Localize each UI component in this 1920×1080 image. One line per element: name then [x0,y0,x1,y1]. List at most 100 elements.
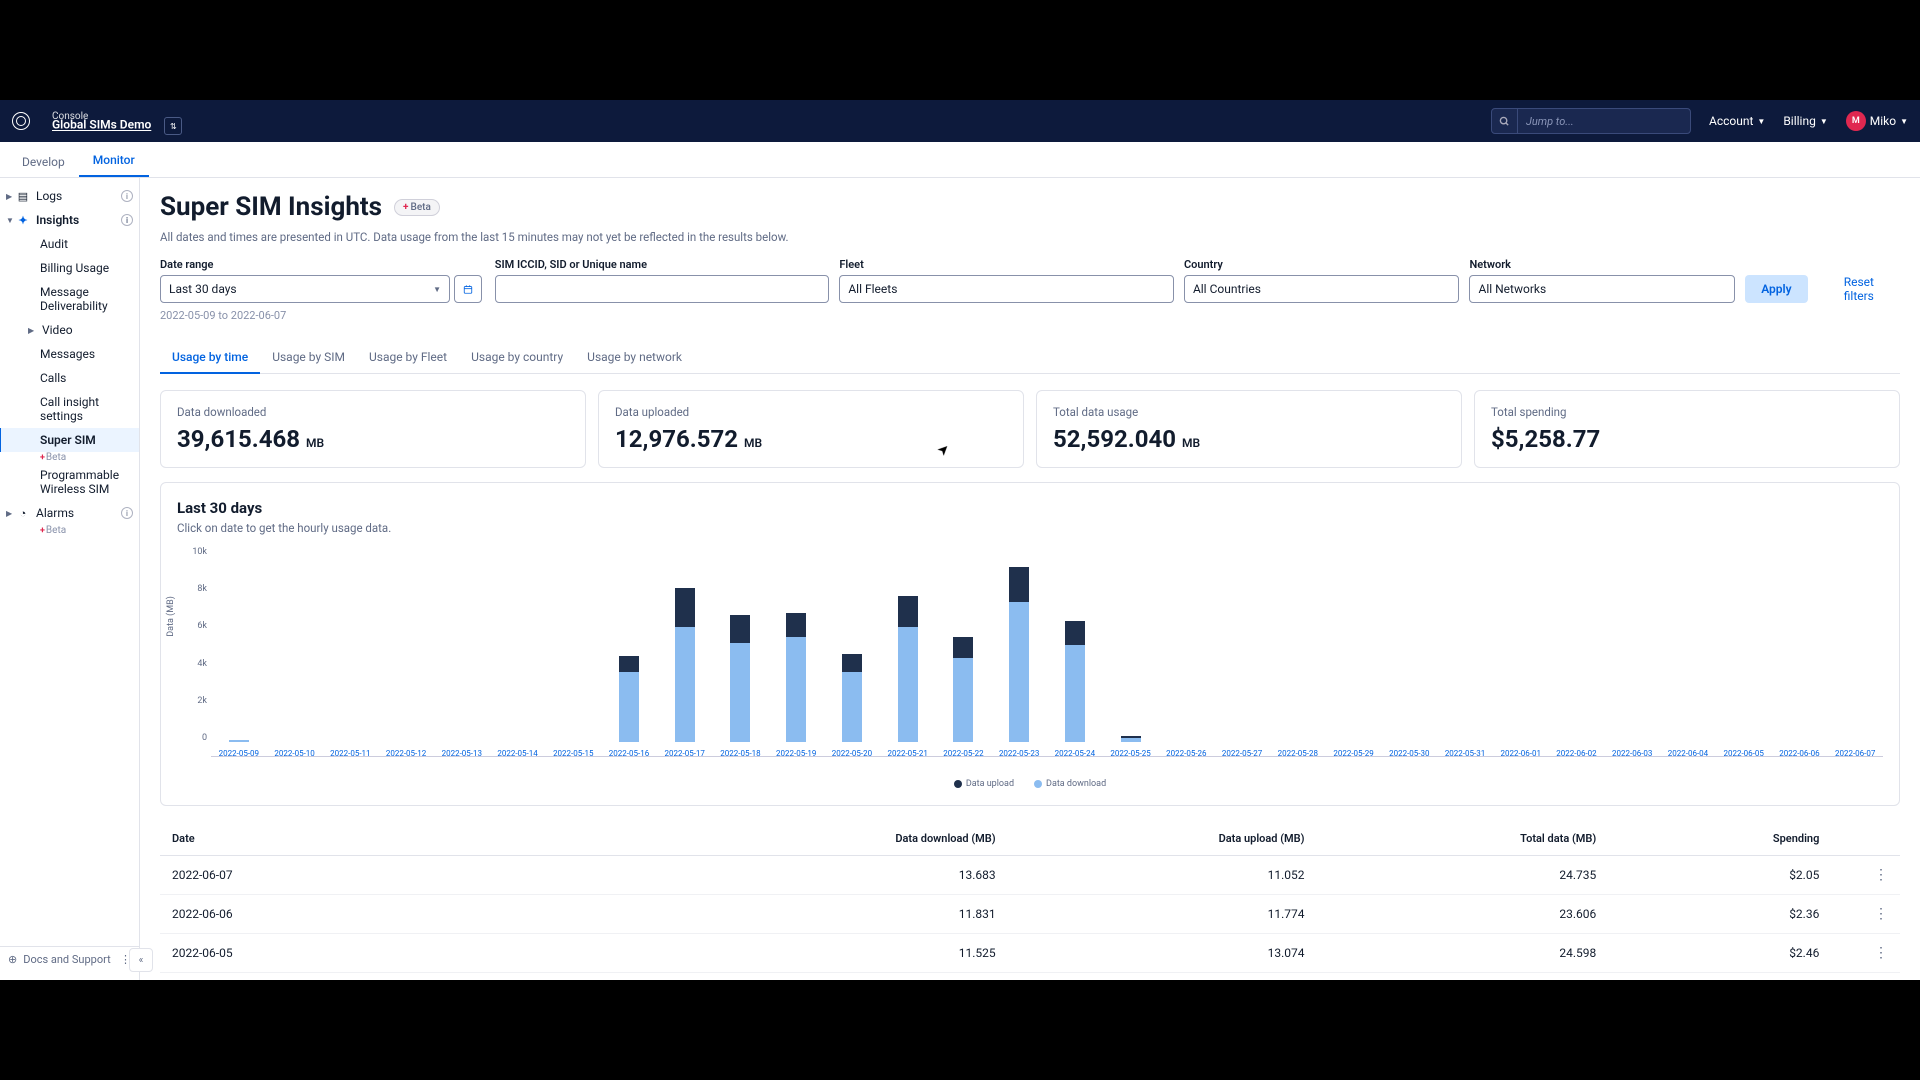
sidebar-item-programmable-wireless[interactable]: Programmable Wireless SIM [0,463,139,501]
sim-filter-input[interactable] [495,275,830,303]
bar-slot[interactable]: 2022-06-01 [1493,547,1549,756]
bar-date-label[interactable]: 2022-05-27 [1222,749,1262,758]
search-input[interactable] [1518,115,1690,128]
bar-slot[interactable]: 2022-05-24 [1047,547,1103,756]
info-icon[interactable]: i [121,190,133,202]
date-range-select[interactable]: Last 30 days▼ [160,275,450,303]
bar-slot[interactable]: 2022-05-27 [1214,547,1270,756]
info-icon[interactable]: i [121,214,133,226]
bar-date-label[interactable]: 2022-05-14 [497,749,537,758]
bar-date-label[interactable]: 2022-05-31 [1445,749,1485,758]
bar-slot[interactable]: 2022-05-31 [1437,547,1493,756]
bar-slot[interactable]: 2022-05-12 [378,547,434,756]
bar-date-label[interactable]: 2022-06-03 [1612,749,1652,758]
bar-date-label[interactable]: 2022-05-26 [1166,749,1206,758]
billing-menu[interactable]: Billing▼ [1783,114,1827,128]
usage-tab[interactable]: Usage by time [160,342,260,374]
project-switch-icon[interactable]: ⇅ [164,117,182,135]
bar-date-label[interactable]: 2022-05-19 [776,749,816,758]
bar-slot[interactable]: 2022-05-22 [936,547,992,756]
sidebar-item-call-insight[interactable]: Call insight settings [0,390,139,428]
apply-button[interactable]: Apply [1745,275,1807,303]
sidebar-item-billing-usage[interactable]: Billing Usage [0,256,139,280]
bar-date-label[interactable]: 2022-05-22 [943,749,983,758]
bar-slot[interactable]: 2022-06-07 [1827,547,1883,756]
bar-slot[interactable]: 2022-05-30 [1381,547,1437,756]
usage-tab[interactable]: Usage by Fleet [357,342,459,373]
bar-slot[interactable]: 2022-06-06 [1772,547,1828,756]
reset-filters-button[interactable]: Reset filters [1818,275,1900,303]
bar-slot[interactable]: 2022-05-23 [991,547,1047,756]
bar-date-label[interactable]: 2022-05-10 [274,749,314,758]
bar-date-label[interactable]: 2022-05-28 [1278,749,1318,758]
sidebar-item-audit[interactable]: Audit [0,232,139,256]
bar-slot[interactable]: 2022-05-19 [768,547,824,756]
sidebar-item-insights[interactable]: ▼✦Insightsi [0,208,139,232]
sidebar-item-video[interactable]: ▶Video [0,318,139,342]
tab-develop[interactable]: Develop [8,147,79,177]
bar-date-label[interactable]: 2022-05-24 [1055,749,1095,758]
bar-slot[interactable]: 2022-06-04 [1660,547,1716,756]
bar-date-label[interactable]: 2022-05-20 [832,749,872,758]
usage-tab[interactable]: Usage by network [575,342,694,373]
bar-date-label[interactable]: 2022-05-12 [386,749,426,758]
bar-date-label[interactable]: 2022-05-25 [1110,749,1150,758]
sidebar-item-calls[interactable]: Calls [0,366,139,390]
bar-date-label[interactable]: 2022-06-01 [1501,749,1541,758]
info-icon[interactable]: i [121,507,133,519]
bar-slot[interactable]: 2022-05-28 [1270,547,1326,756]
tab-monitor[interactable]: Monitor [79,145,149,177]
bar-slot[interactable]: 2022-05-21 [880,547,936,756]
row-actions-icon[interactable]: ⋮ [1819,867,1888,883]
fleet-filter-select[interactable]: All Fleets [839,275,1174,303]
usage-tab[interactable]: Usage by country [459,342,575,373]
bar-date-label[interactable]: 2022-05-13 [442,749,482,758]
bar-date-label[interactable]: 2022-06-07 [1835,749,1875,758]
bar-slot[interactable]: 2022-06-03 [1604,547,1660,756]
bar-slot[interactable]: 2022-05-14 [490,547,546,756]
bar-date-label[interactable]: 2022-05-09 [219,749,259,758]
collapse-sidebar-button[interactable]: « [129,948,153,972]
bar-slot[interactable]: 2022-05-10 [267,547,323,756]
bar-slot[interactable]: 2022-05-18 [713,547,769,756]
bar-slot[interactable]: 2022-05-13 [434,547,490,756]
usage-tab[interactable]: Usage by SIM [260,342,357,373]
sidebar-item-logs[interactable]: ▶▤Logsi [0,184,139,208]
bar-slot[interactable]: 2022-05-25 [1103,547,1159,756]
bar-slot[interactable]: 2022-05-17 [657,547,713,756]
sidebar-item-messages[interactable]: Messages [0,342,139,366]
user-menu[interactable]: M Miko▼ [1846,111,1908,131]
sidebar-item-super-sim[interactable]: Super SIM [0,428,139,452]
bar-date-label[interactable]: 2022-06-06 [1779,749,1819,758]
bar-date-label[interactable]: 2022-05-30 [1389,749,1429,758]
row-actions-icon[interactable]: ⋮ [1819,906,1888,922]
bar-slot[interactable]: 2022-05-29 [1326,547,1382,756]
bar-date-label[interactable]: 2022-06-04 [1668,749,1708,758]
bar-slot[interactable]: 2022-06-02 [1549,547,1605,756]
bar-slot[interactable]: 2022-05-16 [601,547,657,756]
account-menu[interactable]: Account▼ [1709,114,1765,128]
global-search[interactable] [1491,108,1691,134]
bar-slot[interactable]: 2022-05-09 [211,547,267,756]
sidebar-item-message-deliverability[interactable]: Message Deliverability [0,280,139,318]
bar-date-label[interactable]: 2022-05-17 [665,749,705,758]
project-selector[interactable]: Console Global SIMs Demo ⇅ [52,107,182,135]
bar-date-label[interactable]: 2022-05-18 [720,749,760,758]
row-actions-icon[interactable]: ⋮ [1819,945,1888,961]
country-filter-select[interactable]: All Countries [1184,275,1460,303]
bar-slot[interactable]: 2022-05-20 [824,547,880,756]
sidebar-docs-support[interactable]: ⊕ Docs and Support ⋮ [0,946,139,972]
bar-date-label[interactable]: 2022-05-21 [887,749,927,758]
bar-slot[interactable]: 2022-05-26 [1158,547,1214,756]
bar-slot[interactable]: 2022-05-15 [545,547,601,756]
bar-date-label[interactable]: 2022-06-02 [1556,749,1596,758]
bar-date-label[interactable]: 2022-05-15 [553,749,593,758]
bar-date-label[interactable]: 2022-05-16 [609,749,649,758]
bar-date-label[interactable]: 2022-05-11 [330,749,370,758]
bar-date-label[interactable]: 2022-06-05 [1723,749,1763,758]
sidebar-item-alarms[interactable]: ▶◔Alarmsi [0,501,139,525]
network-filter-select[interactable]: All Networks [1469,275,1735,303]
calendar-button[interactable] [454,275,482,303]
bar-date-label[interactable]: 2022-05-29 [1333,749,1373,758]
bar-slot[interactable]: 2022-05-11 [322,547,378,756]
